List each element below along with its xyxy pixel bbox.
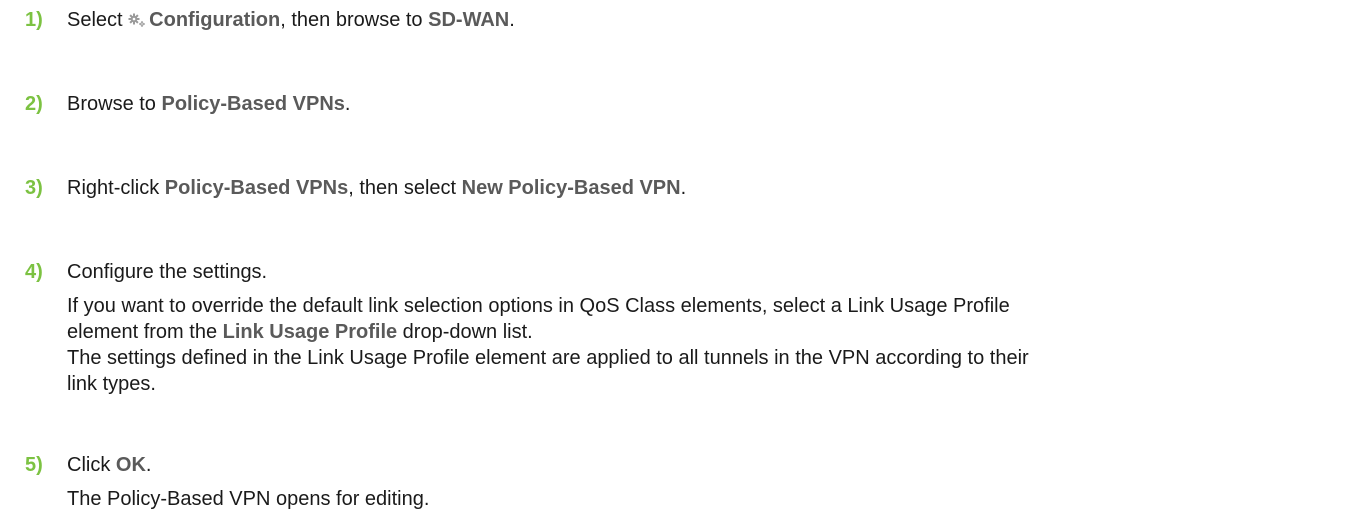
step-4: 4) Configure the settings. If you want t… xyxy=(25,259,1029,397)
ui-term-sd-wan: SD-WAN xyxy=(428,9,510,31)
ui-term-ok: OK xyxy=(115,454,146,476)
step-5: 5) Click OK. The Policy-Based VPN opens … xyxy=(25,452,429,512)
step-number: 4) xyxy=(25,261,43,283)
step-text: Right-click Policy-Based VPNs, then sele… xyxy=(67,177,687,199)
ui-term-policy-based-vpns: Policy-Based VPNs xyxy=(164,177,349,199)
ui-term-link-usage-profile: Link Usage Profile xyxy=(222,321,398,343)
ui-term-new-policy-based-vpn: New Policy-Based VPN xyxy=(461,177,681,199)
step-text: Configure the settings. xyxy=(67,261,268,283)
step-2: 2) Browse to Policy-Based VPNs. xyxy=(25,91,350,117)
step-number: 3) xyxy=(25,177,43,199)
step-subtext: The Policy-Based VPN opens for editing. xyxy=(67,488,430,510)
step-text: Select Configuration, then browse to SD-… xyxy=(67,8,515,31)
step-3: 3) Right-click Policy-Based VPNs, then s… xyxy=(25,175,686,201)
step-number: 1) xyxy=(25,9,43,31)
ui-term-policy-based-vpns: Policy-Based VPNs xyxy=(161,93,345,115)
step-number: 2) xyxy=(25,93,43,115)
step-number: 5) xyxy=(25,454,43,476)
step-subtext: The settings defined in the Link Usage P… xyxy=(67,347,1029,395)
step-1: 1) Select Configuration, then browse to … xyxy=(25,7,515,33)
step-text: Browse to Policy-Based VPNs. xyxy=(67,93,351,115)
gear-icon xyxy=(128,8,146,27)
ui-term-configuration: Configuration xyxy=(149,9,281,31)
step-subtext: If you want to override the default link… xyxy=(67,295,1010,343)
step-text: Click OK. xyxy=(67,454,152,476)
